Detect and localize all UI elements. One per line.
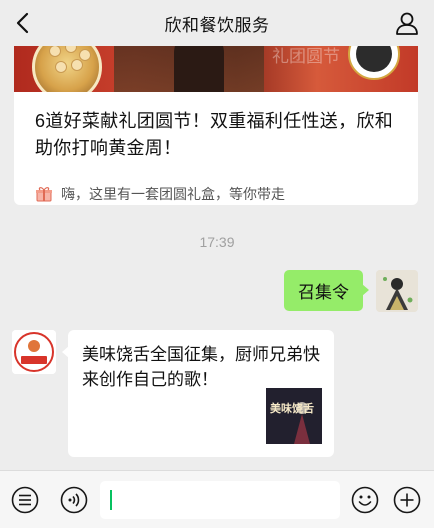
gift-icon bbox=[36, 187, 52, 202]
page-title: 欣和餐饮服务 bbox=[164, 15, 270, 35]
navbar: 欣和餐饮服务 bbox=[0, 0, 434, 46]
input-bar bbox=[0, 470, 434, 528]
article-title: 6道好菜献礼团圆节！双重福利任性送，欣和助你打响黄金周！ bbox=[35, 111, 394, 158]
emoji-icon[interactable] bbox=[350, 485, 380, 515]
official-account-avatar[interactable] bbox=[12, 330, 56, 374]
article-card[interactable]: 礼团圆节 6道好菜献礼团圆节！双重福利任性送，欣和助你打响黄金周！ 嗨，这里有一… bbox=[14, 20, 418, 205]
text-caret bbox=[110, 490, 112, 510]
chevron-left-icon[interactable] bbox=[10, 9, 38, 37]
my-avatar[interactable] bbox=[376, 270, 418, 312]
outgoing-message-bubble[interactable]: 召集令 bbox=[284, 270, 369, 311]
incoming-article-card[interactable]: 美味饶舌全国征集，厨师兄弟快来创作自己的歌！ 美味饶舌 bbox=[62, 330, 334, 457]
article-subtitle: 嗨，这里有一套团圆礼盒，等你带走 bbox=[61, 186, 285, 202]
user-icon[interactable] bbox=[394, 10, 420, 36]
message-timestamp: 17:39 bbox=[199, 234, 235, 250]
thumb-text: 美味饶舌 bbox=[270, 401, 314, 415]
menu-list-icon[interactable] bbox=[10, 485, 40, 515]
plus-icon[interactable] bbox=[392, 485, 422, 515]
voice-icon[interactable] bbox=[59, 485, 89, 515]
incoming-article-thumbnail: 美味饶舌 bbox=[266, 388, 322, 444]
account-logo bbox=[12, 330, 56, 374]
outgoing-message-text: 召集令 bbox=[298, 283, 349, 302]
incoming-article-title: 美味饶舌全国征集，厨师兄弟快来创作自己的歌！ bbox=[82, 345, 320, 389]
avatar-illustration bbox=[376, 270, 418, 312]
article-subtitle-row: 嗨，这里有一套团圆礼盒，等你带走 bbox=[35, 182, 285, 205]
message-input[interactable] bbox=[100, 481, 340, 519]
